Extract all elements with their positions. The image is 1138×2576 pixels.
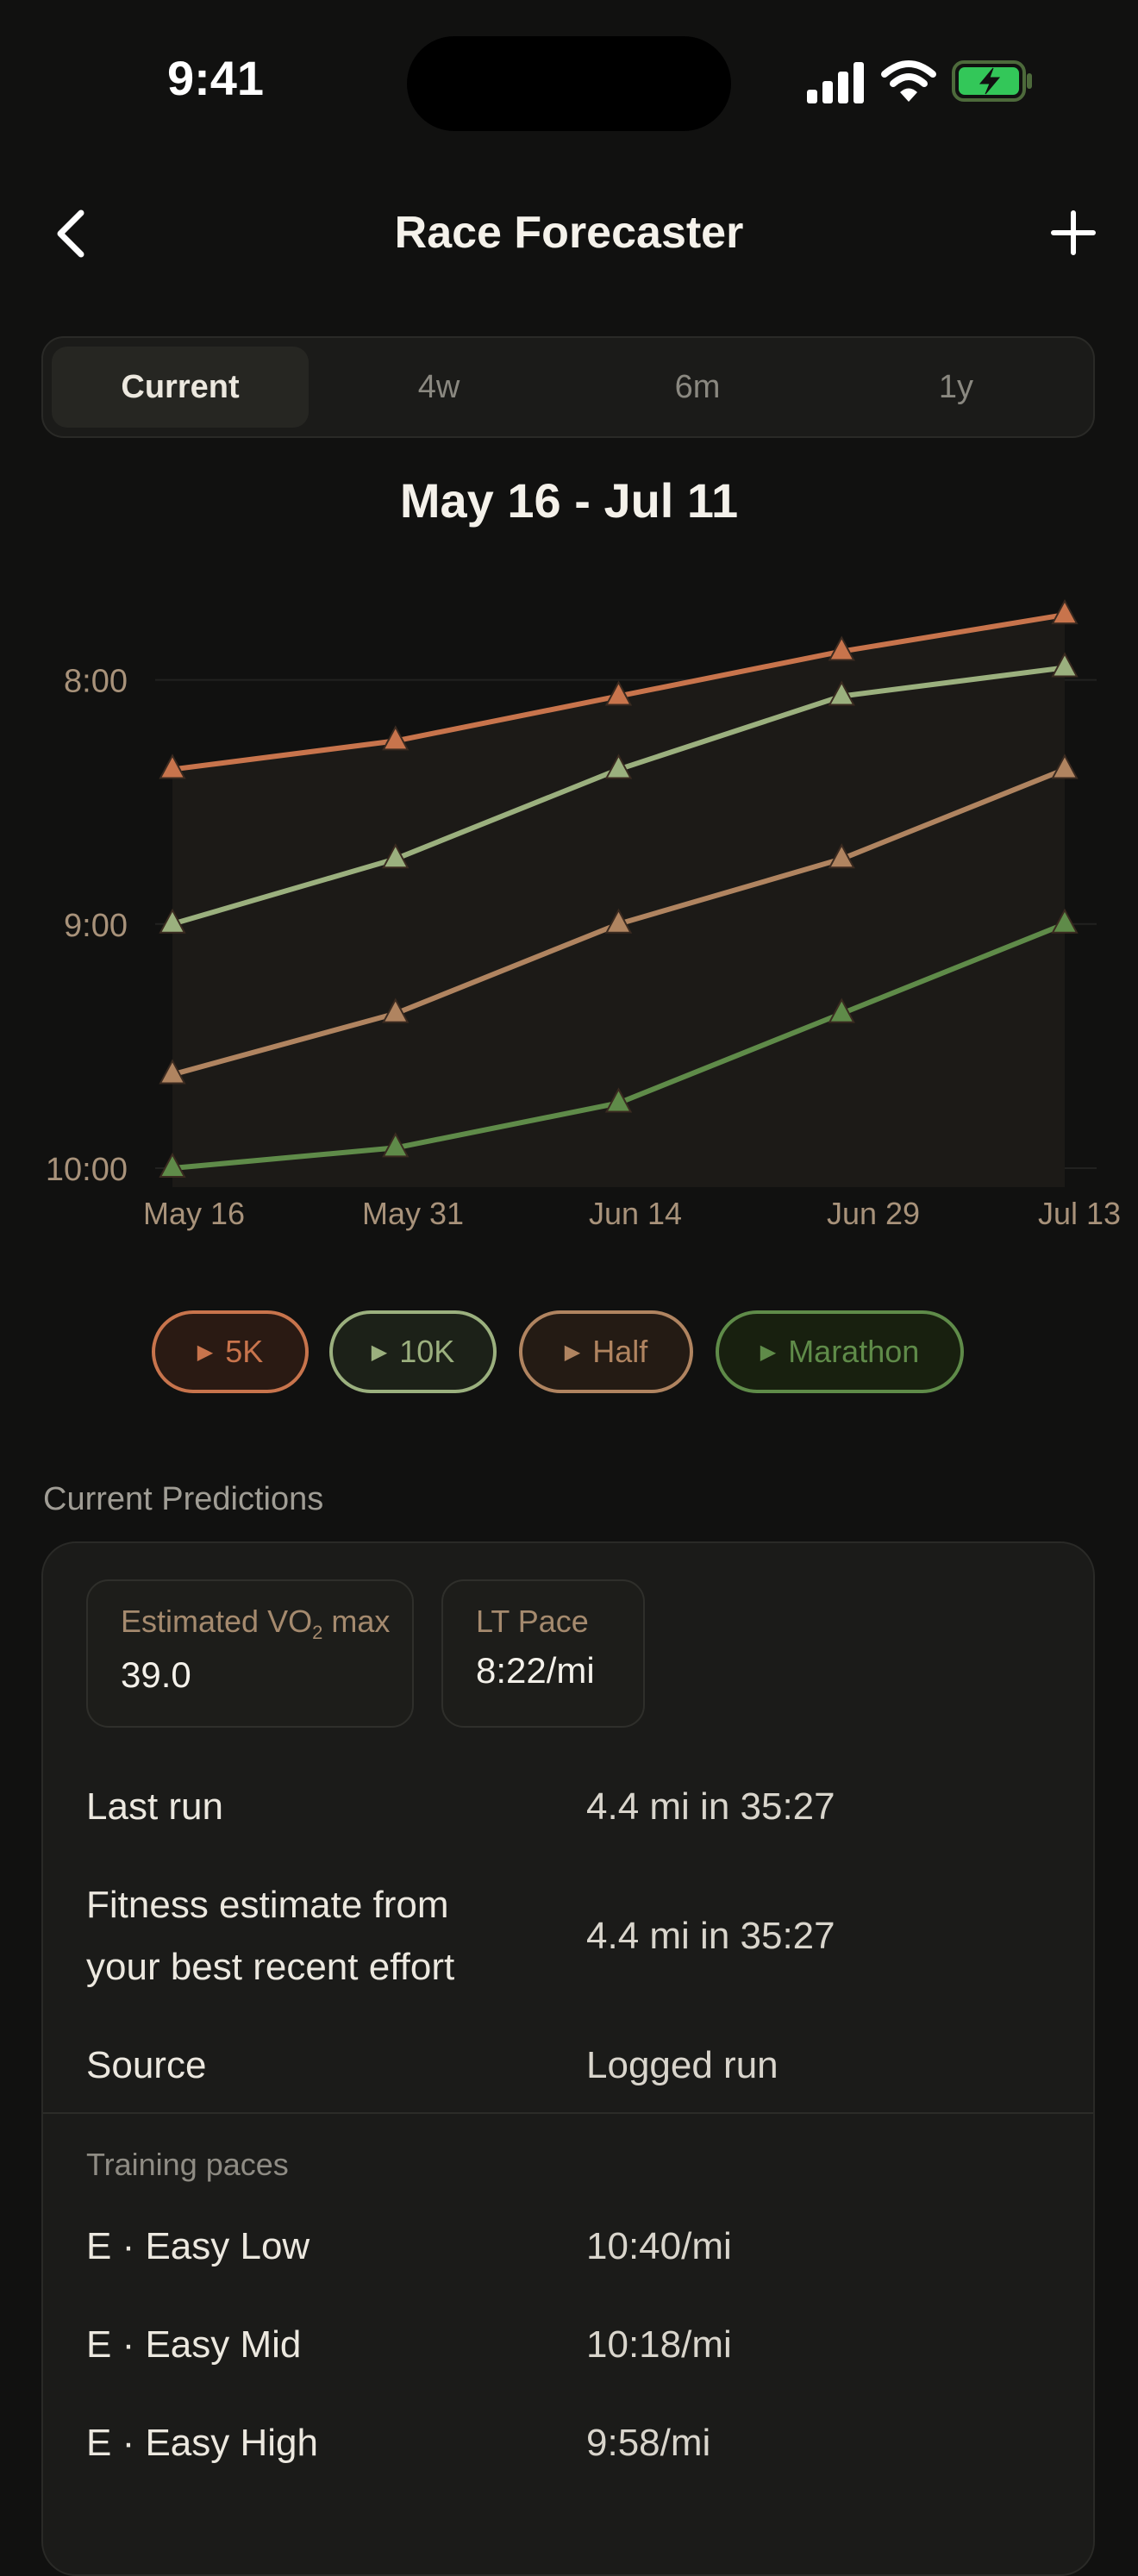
status-bar: 9:41 bbox=[0, 0, 1138, 164]
battery-charging-icon bbox=[952, 60, 1032, 102]
pace-easy-low-label: E · Easy Low bbox=[86, 2225, 310, 2267]
y-tick-label: 8:00 bbox=[64, 664, 128, 700]
play-icon: ▶ bbox=[371, 1341, 388, 1364]
cellular-signal-icon bbox=[807, 62, 864, 103]
legend-chip-label: 5K bbox=[225, 1334, 264, 1369]
training-paces-title: Training paces bbox=[86, 2147, 289, 2182]
x-tick-label: Jul 13 bbox=[1038, 1196, 1121, 1231]
x-tick-label: May 31 bbox=[362, 1196, 464, 1231]
series-legend: ▶ 5K ▶ 10K ▶ Half ▶ Marathon bbox=[0, 1310, 1138, 1397]
segment-1y[interactable]: 1y bbox=[828, 347, 1085, 428]
nav-bar: Race Forecaster bbox=[0, 181, 1138, 284]
lt-pace-metric: LT Pace 8:22/mi bbox=[441, 1579, 645, 1728]
pace-easy-high-label: E · Easy High bbox=[86, 2422, 318, 2464]
vo2max-value: 39.0 bbox=[121, 1654, 191, 1696]
play-icon: ▶ bbox=[760, 1341, 777, 1364]
dynamic-island bbox=[407, 36, 731, 131]
last-run-value: 4.4 mi in 35:27 bbox=[586, 1785, 835, 1828]
play-icon: ▶ bbox=[564, 1341, 581, 1364]
pace-easy-mid-value: 10:18/mi bbox=[586, 2323, 732, 2366]
x-tick-label: May 16 bbox=[143, 1196, 245, 1231]
vo2max-metric: Estimated VO2 max 39.0 bbox=[86, 1579, 414, 1728]
add-button[interactable] bbox=[1043, 203, 1104, 263]
y-tick-label: 9:00 bbox=[64, 908, 128, 944]
y-tick-label: 10:00 bbox=[46, 1152, 128, 1188]
source-label: Source bbox=[86, 2044, 207, 2086]
plus-icon bbox=[1051, 210, 1096, 255]
legend-chip-marathon[interactable]: ▶ Marathon bbox=[716, 1310, 964, 1393]
legend-chip-half[interactable]: ▶ Half bbox=[519, 1310, 693, 1393]
wifi-icon bbox=[881, 60, 936, 102]
data-point-5k[interactable] bbox=[1051, 598, 1079, 625]
legend-chip-label: 10K bbox=[399, 1334, 455, 1369]
lt-pace-label: LT Pace bbox=[476, 1604, 589, 1639]
vo2max-label: Estimated VO2 max bbox=[121, 1604, 391, 1644]
date-range-title: May 16 - Jul 11 bbox=[399, 473, 739, 528]
fitness-estimate-label: Fitness estimate from your best recent e… bbox=[86, 1884, 455, 1988]
last-run-label: Last run bbox=[86, 1785, 223, 1828]
card-divider bbox=[43, 2112, 1093, 2114]
pace-easy-mid-label: E · Easy Mid bbox=[86, 2323, 302, 2366]
pace-easy-low-value: 10:40/mi bbox=[586, 2225, 732, 2267]
segment-current[interactable]: Current bbox=[52, 347, 309, 428]
predictions-card: Estimated VO2 max 39.0 LT Pace 8:22/mi L… bbox=[41, 1541, 1095, 2576]
segment-4w[interactable]: 4w bbox=[310, 347, 567, 428]
fitness-estimate-value: 4.4 mi in 35:27 bbox=[586, 1915, 835, 1957]
race-forecast-chart: 8:00 9:00 10:00 May 16 May 31 Jun 14 Jun 29 Jul… bbox=[46, 598, 1121, 1231]
page-title: Race Forecaster bbox=[394, 208, 744, 258]
x-tick-label: Jun 29 bbox=[827, 1196, 920, 1231]
lt-pace-value: 8:22/mi bbox=[476, 1650, 595, 1691]
time-range-segmented-control: Current 4w 6m 1y bbox=[41, 336, 1095, 438]
chevron-left-icon bbox=[57, 209, 84, 258]
legend-chip-10k[interactable]: ▶ 10K bbox=[329, 1310, 497, 1393]
section-title-current-predictions: Current Predictions bbox=[43, 1481, 324, 1517]
back-button[interactable] bbox=[43, 203, 103, 263]
status-time: 9:41 bbox=[166, 51, 265, 105]
play-icon: ▶ bbox=[197, 1341, 214, 1364]
legend-chip-5k[interactable]: ▶ 5K bbox=[152, 1310, 309, 1393]
source-value: Logged run bbox=[586, 2044, 778, 2086]
x-tick-label: Jun 14 bbox=[589, 1196, 682, 1231]
segment-6m[interactable]: 6m bbox=[569, 347, 826, 428]
legend-chip-label: Half bbox=[592, 1334, 648, 1369]
pace-easy-high-value: 9:58/mi bbox=[586, 2422, 711, 2464]
legend-chip-label: Marathon bbox=[788, 1334, 920, 1369]
